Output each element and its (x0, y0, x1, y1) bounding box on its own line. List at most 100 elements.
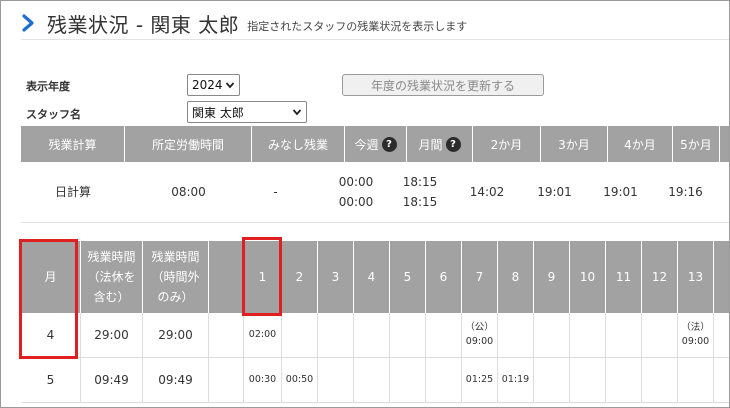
col-5-months: 5か月 (673, 126, 720, 162)
cell-day-10[interactable] (570, 358, 606, 402)
col-day-6: 6 (426, 241, 462, 313)
cell-day-14[interactable] (714, 313, 729, 357)
cell-day-9[interactable] (534, 358, 570, 402)
chevron-down-icon (225, 79, 235, 94)
cell-text: 29:00 (94, 328, 129, 342)
col-label: 4 (367, 270, 376, 284)
col-day-7: 7 (462, 241, 498, 313)
page-description: 指定されたスタッフの残業状況を表示します (247, 20, 468, 33)
page-title: 残業状況 - 関東 太郎 (47, 12, 240, 37)
col-label: 9 (547, 270, 556, 284)
cell-text: 09:49 (94, 373, 129, 387)
cell-text: 14:02 (469, 185, 505, 199)
col-day-10: 10 (570, 241, 606, 313)
cell-day-6[interactable] (426, 313, 462, 357)
cell-text: （公） (465, 322, 494, 333)
col-overtime-calc: 残業計算 (21, 126, 125, 162)
year-select-value: 2024 (192, 78, 223, 92)
cell-day-3[interactable] (318, 313, 354, 357)
cell-text: 5 (46, 373, 55, 387)
update-year-button[interactable]: 年度の残業状況を更新する (342, 74, 544, 96)
cell-day-13[interactable]: （法） 09:00 (678, 313, 714, 357)
cell-day-7[interactable]: （公） 09:00 (462, 313, 498, 357)
year-label: 表示年度 (26, 80, 70, 93)
summary-scheduled: 08:00 (125, 162, 252, 222)
col-label: みなし残業 (267, 137, 328, 152)
cell-month: 5 (21, 358, 81, 402)
cell-text: 01:19 (501, 374, 530, 385)
summary-divider (21, 222, 729, 223)
col-label: のみ） (157, 290, 194, 304)
col-day-5: 5 (390, 241, 426, 313)
cell-text: 09:00 (465, 336, 494, 347)
year-select[interactable]: 2024 (187, 74, 240, 96)
cell-day-10[interactable] (570, 313, 606, 357)
cell-day-12[interactable] (642, 313, 678, 357)
cell-spacer (209, 358, 244, 402)
cell-day-2[interactable]: 00:50 (282, 358, 318, 402)
cell-day-4[interactable] (354, 313, 390, 357)
col-label: 月 (44, 270, 57, 284)
table-row: 4 29:00 29:00 02:00 （公） 09:00 （法） 09:00 (21, 313, 729, 358)
cell-day-4[interactable] (354, 358, 390, 402)
col-overtime-only: 残業時間 （時間外 のみ） (143, 241, 209, 313)
col-label: 残業時間 (151, 250, 200, 264)
col-label: 13 (687, 270, 704, 284)
summary-4-months: 19:01 (588, 162, 653, 222)
col-label: 5か月 (680, 137, 712, 152)
cell-day-6[interactable] (426, 358, 462, 402)
col-monthly: 月間 ? (407, 126, 473, 162)
staff-select[interactable]: 関東 太郎 (187, 101, 307, 123)
page-header: 残業状況 - 関東 太郎 指定されたスタッフの残業状況を表示します (21, 9, 467, 37)
col-day-1: 1 (244, 241, 282, 313)
cell-text: 00:00 (338, 195, 374, 209)
col-day-11: 11 (606, 241, 642, 313)
cell-day-5[interactable] (390, 313, 426, 357)
help-icon[interactable]: ? (445, 136, 461, 152)
cell-day-12[interactable] (642, 358, 678, 402)
page-frame: 残業状況 - 関東 太郎 指定されたスタッフの残業状況を表示します 表示年度 2… (0, 0, 730, 408)
cell-day-1[interactable]: 00:30 (244, 358, 282, 402)
cell-day-11[interactable] (606, 313, 642, 357)
col-day-9: 9 (534, 241, 570, 313)
cell-overtime-only: 29:00 (143, 313, 209, 357)
cell-text: 日計算 (54, 185, 91, 199)
col-day-13: 13 (678, 241, 714, 313)
col-label: 5 (403, 270, 412, 284)
cell-day-1[interactable]: 02:00 (244, 313, 282, 357)
col-label: 7 (475, 270, 484, 284)
cell-text: 01:25 (465, 374, 494, 385)
cell-day-11[interactable] (606, 358, 642, 402)
col-label: 4か月 (624, 137, 656, 152)
cell-text: 09:00 (681, 336, 710, 347)
cell-text: 00:30 (248, 374, 277, 385)
col-spacer (209, 241, 244, 313)
col-label: 1 (258, 270, 267, 284)
summary-2-months: 14:02 (453, 162, 521, 222)
cell-day-5[interactable] (390, 358, 426, 402)
col-day-14 (714, 241, 729, 313)
header-divider (21, 39, 729, 40)
help-icon[interactable]: ? (381, 136, 397, 152)
cell-day-8[interactable] (498, 313, 534, 357)
cell-day-13[interactable] (678, 358, 714, 402)
col-month: 月 (21, 241, 81, 313)
cell-text: 19:01 (537, 185, 572, 199)
cell-text: 18:15 (402, 175, 438, 189)
col-label: 残業計算 (48, 137, 97, 152)
cell-text: 00:00 (338, 175, 374, 189)
cell-day-2[interactable] (282, 313, 318, 357)
cell-text: 00:50 (285, 374, 314, 385)
cell-day-9[interactable] (534, 313, 570, 357)
col-day-2: 2 (282, 241, 318, 313)
col-label: 12 (651, 270, 668, 284)
col-this-week: 今週 ? (345, 126, 407, 162)
monthly-table-header: 月 残業時間 （法休を 含む） 残業時間 （時間外 のみ） 1 2 3 4 5 … (21, 241, 729, 313)
summary-calc: 日計算 (21, 162, 125, 222)
cell-day-7[interactable]: 01:25 (462, 358, 498, 402)
cell-day-14[interactable] (714, 358, 729, 402)
cell-day-8[interactable]: 01:19 (498, 358, 534, 402)
col-label: 3 (331, 270, 340, 284)
cell-day-3[interactable] (318, 358, 354, 402)
cell-text: 29:00 (158, 328, 193, 342)
